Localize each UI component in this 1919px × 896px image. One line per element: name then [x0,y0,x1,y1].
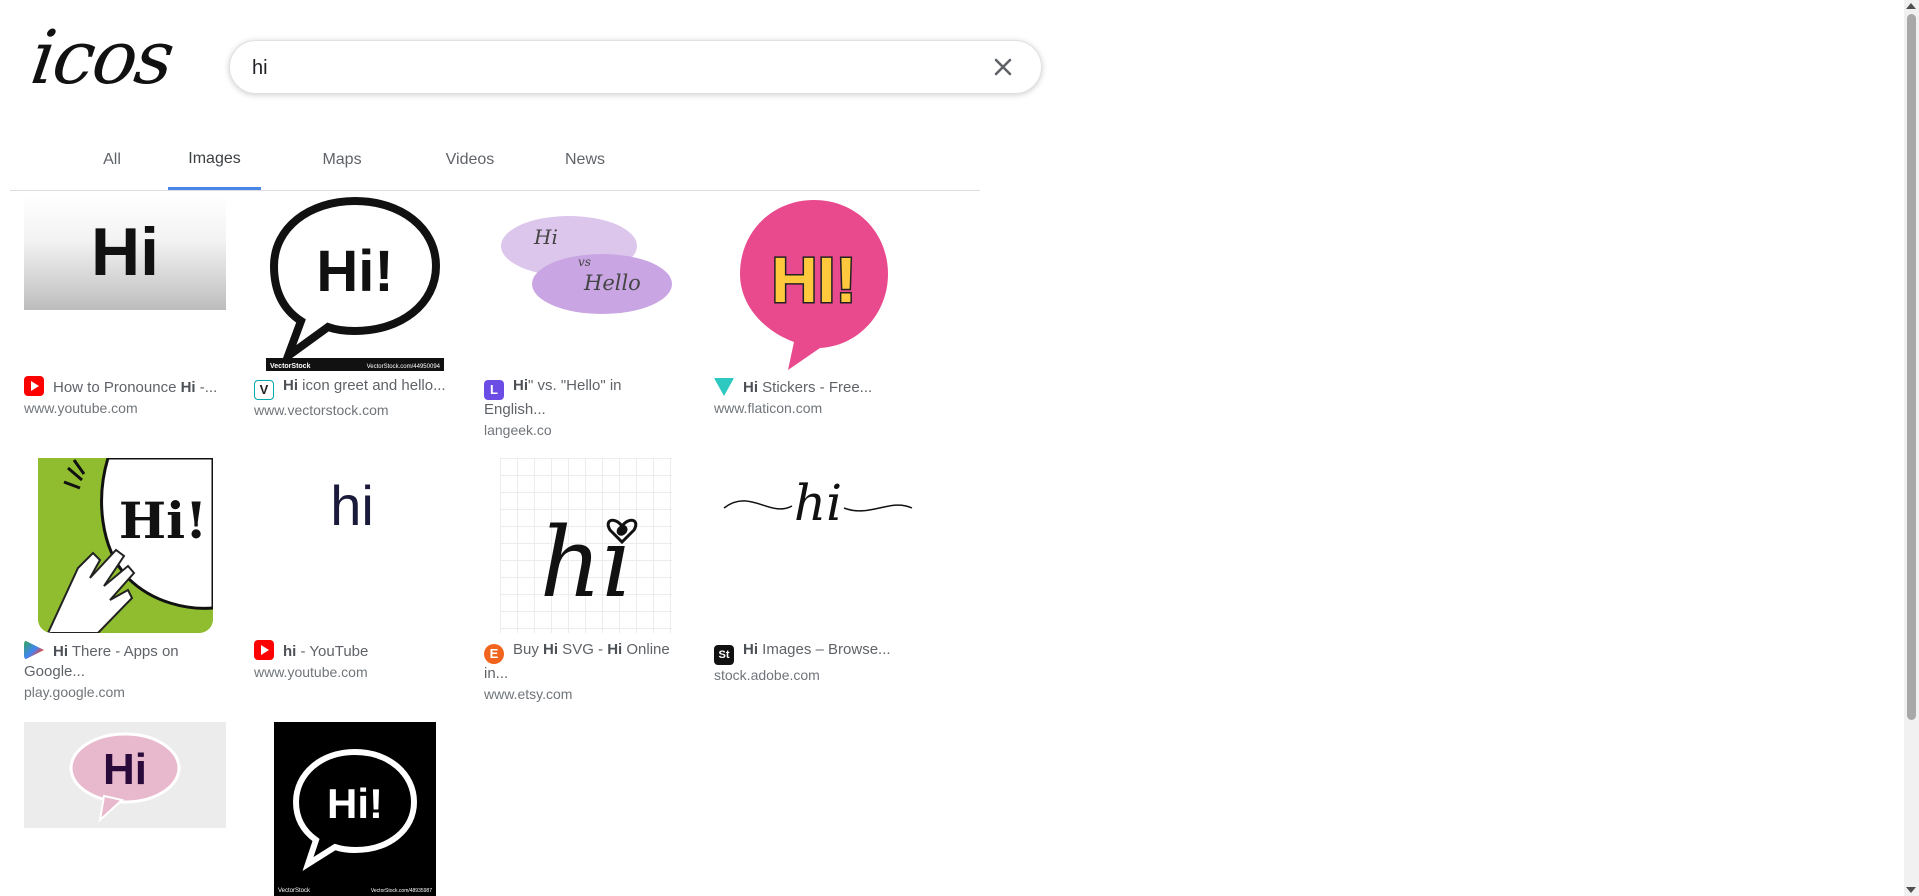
hi-sticker-image: HI! [740,200,888,370]
youtube-icon [254,640,274,660]
result-title[interactable]: Hi [743,641,758,658]
hi-app-icon-image: Hi! [38,458,213,633]
bubble-text: Hi! [316,239,393,304]
result-title[interactable]: Hi [543,641,558,658]
result-site: www.vectorstock.com [254,402,389,418]
flaticon-icon [714,378,734,396]
result-thumbnail[interactable]: Hi! VectorStock VectorStock.com/44950094 [266,196,444,371]
tab-videos[interactable]: Videos [430,140,510,188]
hi-script-svg-image: hi [540,507,638,619]
result-title[interactable]: Hi [53,643,68,660]
langeek-icon: L [484,380,504,400]
active-tab-underline [168,187,261,190]
svg-text:vs: vs [578,255,591,269]
white-hi-bubble-image: Hi! VectorStock VectorStock.com/48935987 [278,748,432,894]
svg-text:VectorStock.com/48935987: VectorStock.com/48935987 [371,888,432,894]
tab-all[interactable]: All [82,140,142,188]
youtube-icon [24,376,44,396]
scroll-down-arrow-icon[interactable] [1906,887,1916,893]
google-play-icon [24,640,44,660]
tab-maps[interactable]: Maps [312,140,372,188]
result-site: www.etsy.com [484,686,573,702]
result-thumbnail[interactable]: Hi! [38,458,213,633]
svg-text:Hello: Hello [583,271,641,295]
result-thumbnail[interactable]: HI! [736,196,892,372]
result-site: www.youtube.com [24,400,138,416]
result-title[interactable]: Hi [743,379,758,396]
result-thumbnail[interactable]: Hi [24,722,226,828]
thumbnail-text: hi [330,474,374,537]
search-tabs: All Images Maps Videos News [10,140,980,191]
hi-calligraphy-image: hi [723,474,913,532]
result-title[interactable]: Hi [283,377,298,394]
speech-bubble-image: Hi! VectorStock VectorStock.com/44950094 [266,196,444,371]
result-title[interactable]: hi [283,643,296,660]
result-thumbnail[interactable]: hi [254,458,450,558]
result-thumbnail[interactable]: hi [720,458,916,558]
search-box[interactable] [229,40,1042,94]
result-thumbnail[interactable]: Hi! VectorStock VectorStock.com/48935987 [274,722,436,896]
result-title[interactable]: Hi [513,377,528,394]
tab-news[interactable]: News [555,140,615,188]
result-site: www.flaticon.com [714,400,823,416]
etsy-icon: E [484,644,504,664]
result-site: www.youtube.com [254,664,368,680]
result-site: langeek.co [484,422,552,438]
svg-text:Hi!: Hi! [327,780,383,827]
svg-text:HI!: HI! [771,244,856,316]
scroll-up-arrow-icon[interactable] [1906,3,1916,9]
vectorstock-icon: V [254,380,274,400]
scrollbar[interactable] [1904,0,1919,896]
svg-text:Hi: Hi [103,745,147,794]
svg-text:Hi: Hi [533,225,558,249]
pink-hi-bubble-image: Hi [69,732,181,823]
result-thumbnail[interactable]: Hi vs Hello [494,196,674,336]
svg-text:Hi!: Hi! [119,491,207,550]
close-icon [994,58,1012,76]
tab-images[interactable]: Images [168,140,261,190]
result-thumbnail[interactable]: Hi [24,196,226,310]
svg-text:VectorStock.com/44950094: VectorStock.com/44950094 [367,364,441,370]
clear-search-button[interactable] [991,55,1015,79]
result-title[interactable]: How to Pronounce [53,379,181,396]
result-site: play.google.com [24,684,125,700]
svg-text:VectorStock: VectorStock [278,888,311,894]
thumbnail-text: Hi [91,214,159,290]
adobe-stock-icon: St [714,645,734,665]
hi-vs-hello-image: Hi vs Hello [501,216,672,314]
scrollbar-thumb[interactable] [1907,14,1916,720]
result-thumbnail[interactable]: hi [500,458,672,633]
result-site: stock.adobe.com [714,667,820,683]
search-input[interactable] [250,53,994,83]
logo[interactable]: icos [26,15,178,101]
svg-text:VectorStock: VectorStock [270,363,311,370]
svg-text:hi: hi [794,474,842,532]
